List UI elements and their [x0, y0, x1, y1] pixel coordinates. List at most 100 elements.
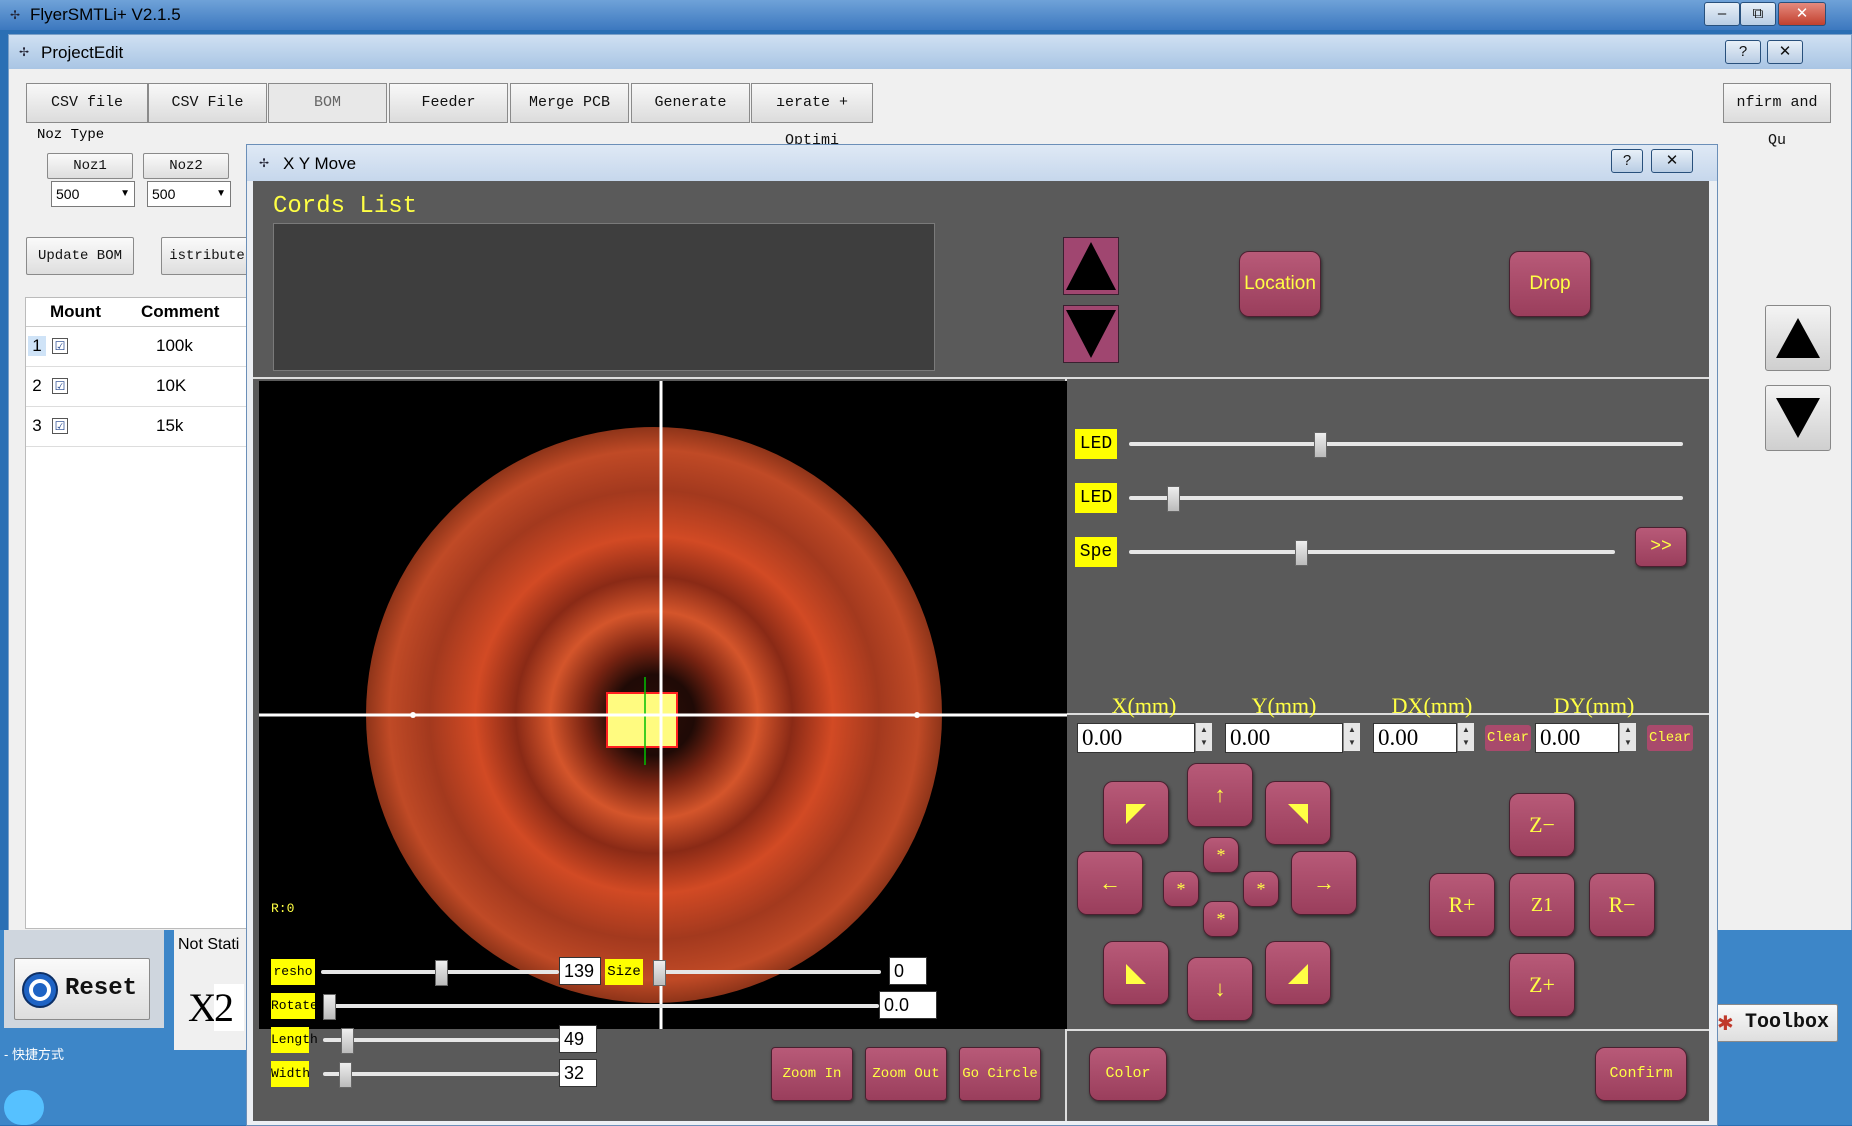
expand-button[interactable]: >> [1635, 527, 1687, 567]
cords-list[interactable] [273, 223, 935, 371]
color-button[interactable]: Color [1089, 1047, 1167, 1101]
threshold-label: resho [271, 959, 315, 985]
table-row[interactable]: 1 ☑ 100k [26, 326, 251, 367]
arrow-up-left-icon [1126, 804, 1146, 824]
x-value-input[interactable]: 0.00 [1077, 723, 1195, 753]
dx-clear-button[interactable]: Clear [1485, 725, 1531, 751]
rotate-thumb[interactable] [323, 994, 336, 1020]
xy-titlebar: ✢ X Y Move ? ✕ [247, 145, 1717, 181]
move-up-button[interactable] [1765, 305, 1831, 371]
size-slider[interactable] [653, 970, 881, 974]
jog-up-right-button[interactable] [1265, 781, 1331, 845]
jog-up-left-button[interactable] [1103, 781, 1169, 845]
x-spinner[interactable]: ▲ ▼ [1195, 723, 1212, 751]
z-minus-button[interactable]: Z− [1509, 793, 1575, 857]
noz1-value: 500 [56, 186, 80, 202]
rotate-value[interactable]: 0.0 [879, 991, 937, 1019]
minimize-button[interactable]: – [1704, 2, 1740, 26]
led1-thumb[interactable] [1314, 432, 1327, 458]
dy-spinner[interactable]: ▲ ▼ [1619, 723, 1636, 751]
crosshair-dot [410, 712, 416, 718]
jog-down-button[interactable]: ↓ [1187, 957, 1253, 1021]
cords-down-button[interactable] [1063, 305, 1119, 363]
tab-generate[interactable]: Generate [631, 83, 750, 123]
drop-button[interactable]: Drop [1509, 251, 1591, 317]
jog-step-up-button[interactable]: * [1203, 837, 1239, 873]
crosshair-dot [914, 712, 920, 718]
jog-left-button[interactable]: ← [1077, 851, 1143, 915]
tab-generate-optimize[interactable]: ıerate + Optimi [751, 83, 873, 149]
cords-up-button[interactable] [1063, 237, 1119, 295]
length-thumb[interactable] [341, 1028, 354, 1054]
tab-csv-file[interactable]: CSV file [26, 83, 148, 123]
xy-close-button[interactable]: ✕ [1651, 149, 1693, 173]
dx-axis-label: DX(mm) [1391, 693, 1473, 718]
length-value[interactable]: 49 [559, 1025, 597, 1053]
mount-checkbox[interactable]: ☑ [52, 338, 68, 354]
maximize-button[interactable]: ⧉ [1740, 2, 1776, 26]
width-thumb[interactable] [339, 1062, 352, 1088]
dx-spinner[interactable]: ▲ ▼ [1457, 723, 1474, 751]
jog-up-button[interactable]: ↑ [1187, 763, 1253, 827]
ie-icon[interactable] [4, 1090, 44, 1125]
jog-step-right-button[interactable]: * [1243, 871, 1279, 907]
noz2-select[interactable]: 500 ▼ [147, 181, 231, 207]
z1-button[interactable]: Z1 [1509, 873, 1575, 937]
threshold-value[interactable]: 139 [559, 957, 601, 985]
speed-thumb[interactable] [1295, 540, 1308, 566]
tab-csv-file-2[interactable]: CSV File [148, 83, 267, 123]
size-value[interactable]: 0 [889, 957, 927, 985]
tab-merge-pcb[interactable]: Merge PCB [510, 83, 629, 123]
go-circle-button[interactable]: Go Circle [959, 1047, 1041, 1101]
jog-step-down-button[interactable]: * [1203, 901, 1239, 937]
rotate-slider[interactable] [323, 1004, 879, 1008]
table-row[interactable]: 3 ☑ 15k [26, 406, 251, 447]
jog-down-left-button[interactable] [1103, 941, 1169, 1005]
zoom-out-button[interactable]: Zoom Out [865, 1047, 947, 1101]
led1-slider[interactable] [1129, 442, 1683, 446]
r-minus-button[interactable]: R− [1589, 873, 1655, 937]
dx-value-input[interactable]: 0.00 [1373, 723, 1457, 753]
size-thumb[interactable] [653, 960, 666, 986]
camera-view[interactable] [259, 381, 1067, 1029]
toolbox-button[interactable]: ✱ Toolbox [1710, 1004, 1838, 1042]
table-row[interactable]: 2 ☑ 10K [26, 366, 251, 407]
tab-feeder[interactable]: Feeder [389, 83, 508, 123]
width-value[interactable]: 32 [559, 1059, 597, 1087]
zoom-in-button[interactable]: Zoom In [771, 1047, 853, 1101]
move-down-button[interactable] [1765, 385, 1831, 451]
led2-thumb[interactable] [1167, 486, 1180, 512]
noz1-select[interactable]: 500 ▼ [51, 181, 135, 207]
threshold-thumb[interactable] [435, 960, 448, 986]
mount-checkbox[interactable]: ☑ [52, 378, 68, 394]
confirm-button[interactable]: Confirm [1595, 1047, 1687, 1101]
jog-down-right-button[interactable] [1265, 941, 1331, 1005]
y-spinner[interactable]: ▲ ▼ [1343, 723, 1360, 751]
distribute-button[interactable]: istribute [161, 237, 253, 275]
dy-clear-button[interactable]: Clear [1647, 725, 1693, 751]
comment-cell: 100k [156, 336, 193, 355]
chevron-down-icon: ▼ [216, 188, 226, 199]
tab-bom[interactable]: BOM [268, 83, 387, 123]
location-button[interactable]: Location [1239, 251, 1321, 317]
arrow-up-right-icon [1288, 804, 1308, 824]
length-slider[interactable] [323, 1038, 559, 1042]
xy-help-button[interactable]: ? [1611, 149, 1643, 173]
width-slider[interactable] [323, 1072, 559, 1076]
jog-step-left-button[interactable]: * [1163, 871, 1199, 907]
y-value-input[interactable]: 0.00 [1225, 723, 1343, 753]
speed-slider[interactable] [1129, 550, 1615, 554]
led2-slider[interactable] [1129, 496, 1683, 500]
dy-value-input[interactable]: 0.00 [1535, 723, 1619, 753]
project-close-button[interactable]: ✕ [1767, 40, 1803, 64]
reset-button[interactable]: Reset [14, 958, 150, 1020]
help-button[interactable]: ? [1725, 40, 1761, 64]
close-button[interactable]: ✕ [1778, 2, 1826, 26]
confirm-and-quit-button[interactable]: nfirm and Qu [1723, 83, 1831, 149]
jog-right-button[interactable]: → [1291, 851, 1357, 915]
noz2-value: 500 [152, 186, 176, 202]
update-bom-button[interactable]: Update BOM [26, 237, 134, 275]
r-plus-button[interactable]: R+ [1429, 873, 1495, 937]
mount-checkbox[interactable]: ☑ [52, 418, 68, 434]
z-plus-button[interactable]: Z+ [1509, 953, 1575, 1017]
